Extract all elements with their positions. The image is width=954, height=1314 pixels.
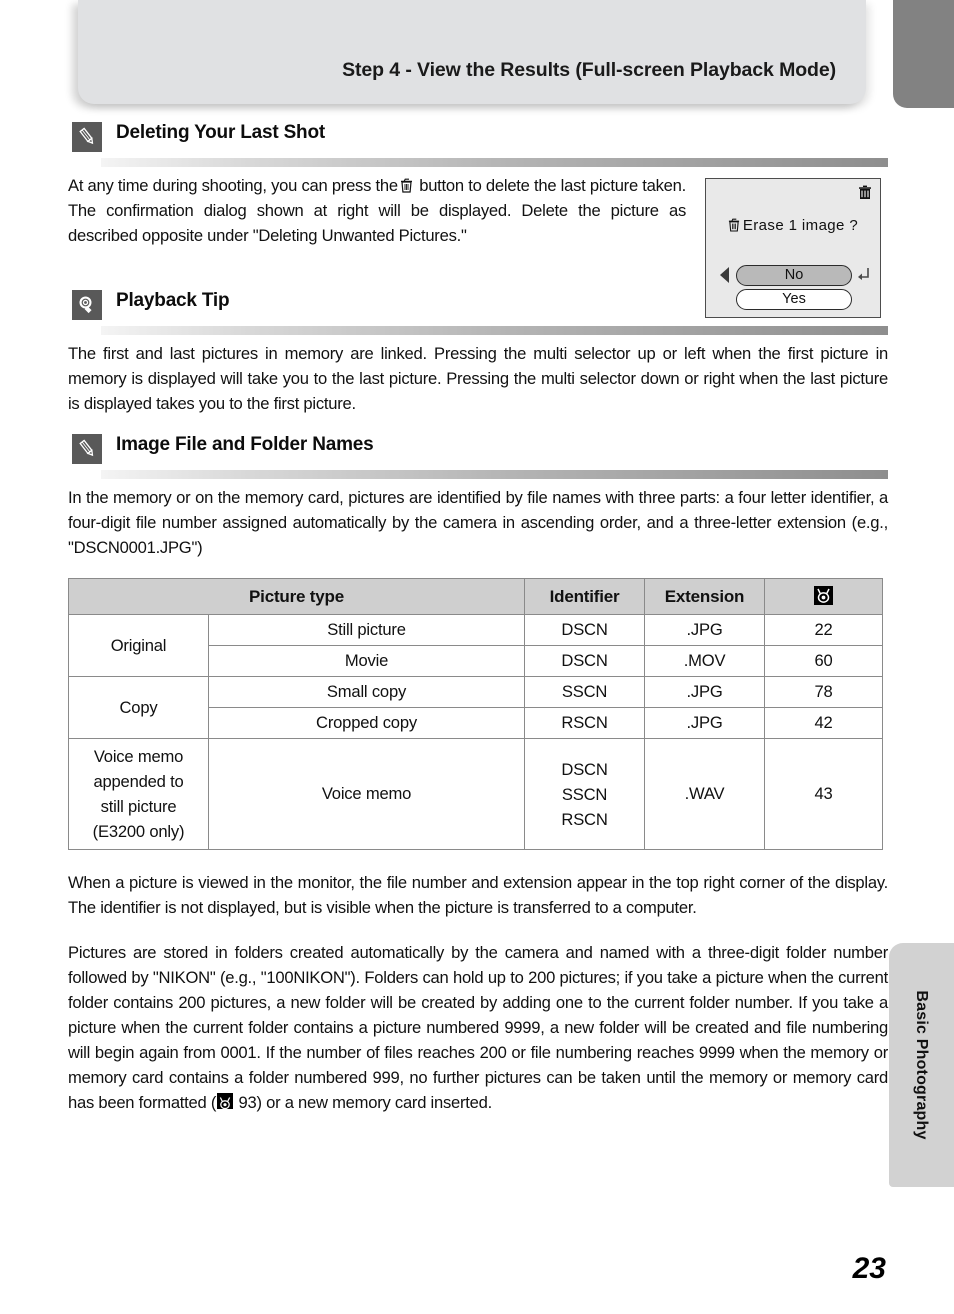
table-row: Original Still picture DSCN .JPG 22: [68, 614, 884, 677]
section-rule: [101, 470, 888, 479]
table-row: Copy Small copy SSCN .JPG 78: [68, 676, 884, 739]
section-rule: [101, 326, 888, 335]
paragraph-after-table: When a picture is viewed in the monitor,…: [68, 873, 888, 917]
paragraph-folders-ref-page: 93: [238, 1093, 257, 1112]
camera-lcd-illustration: Erase 1 image ? No Yes: [705, 178, 881, 318]
enter-arrow-icon: [856, 266, 870, 282]
pencil-icon: [72, 434, 102, 464]
table-header-row: Picture type Identifier Extension: [67, 578, 884, 615]
pencil-icon: [72, 122, 102, 152]
table-cell-extension: .JPG: [644, 614, 766, 646]
section-header-deleting-your-last-shot: Deleting Your Last Shot: [68, 122, 888, 158]
corner-tab: [893, 0, 954, 108]
paragraph-folders-part1: Pictures are stored in folders created a…: [68, 943, 888, 1112]
group-label-line: still picture: [100, 797, 177, 816]
identifier-line: DSCN: [561, 759, 608, 779]
paragraph-deleting: At any time during shooting, you can pre…: [68, 173, 686, 248]
paragraph-deleting-part1: At any time during shooting, you can pre…: [68, 176, 398, 195]
table-cell-identifier: DSCN: [524, 645, 646, 677]
group-label-line: (E3200 only): [92, 822, 185, 841]
table-cell-type: Movie: [207, 645, 526, 677]
lightbulb-icon: [72, 290, 102, 320]
trash-icon: [858, 185, 872, 200]
table-header-picture-type: Picture type: [67, 578, 526, 615]
content-column: Deleting Your Last Shot At any time duri…: [67, 0, 888, 1115]
paragraph-image-file-names: In the memory or on the memory card, pic…: [68, 488, 888, 557]
table-cell-identifier: DSCN: [524, 614, 646, 646]
table-cell-identifier: DSCN SSCN RSCN: [524, 738, 646, 850]
lcd-button-yes[interactable]: Yes: [736, 289, 852, 310]
group-label-line: Voice memo: [93, 747, 184, 766]
table-cell-extension: .WAV: [644, 738, 766, 850]
table-cell-page: 78: [764, 676, 884, 708]
table-cell-type: Cropped copy: [207, 707, 526, 739]
table-cell-type: Still picture: [207, 614, 526, 646]
table-cell-page: 22: [764, 614, 884, 646]
table-cell-extension: .JPG: [644, 676, 766, 708]
section-title: Image File and Folder Names: [116, 434, 374, 455]
page-number: 23: [852, 1252, 886, 1285]
identifier-line: SSCN: [561, 784, 608, 804]
lcd-button-group: No Yes: [736, 265, 852, 310]
paragraph-folders: Pictures are stored in folders created a…: [68, 940, 888, 1115]
table-cell-page: 60: [764, 645, 884, 677]
section-header-image-file-and-folder-names: Image File and Folder Names: [68, 434, 888, 470]
lcd-message: Erase 1 image ?: [706, 217, 880, 234]
table-header-extension: Extension: [644, 578, 766, 615]
side-tab-label: Basic Photography: [913, 990, 931, 1140]
group-label-line: appended to: [93, 772, 184, 791]
table-header-identifier: Identifier: [524, 578, 646, 615]
identifier-line: RSCN: [561, 809, 608, 829]
paragraph-folders-part2: ) or a new memory card inserted.: [256, 1093, 492, 1112]
paragraph-playback-tip: The first and last pictures in memory ar…: [68, 344, 888, 413]
table-cell-extension: .MOV: [644, 645, 766, 677]
trash-icon: [728, 218, 740, 232]
table-cell-identifier: SSCN: [524, 676, 646, 708]
section-title: Deleting Your Last Shot: [116, 122, 325, 143]
lcd-message-text: Erase 1 image ?: [742, 217, 859, 234]
table-cell-type: Small copy: [207, 676, 526, 708]
table-cell-page: 42: [764, 707, 884, 739]
table-cell-type: Voice memo: [207, 738, 526, 850]
trash-icon: [400, 175, 413, 193]
table-row: Voice memo appended to still picture (E3…: [68, 738, 884, 850]
table-header-reference: [764, 578, 884, 615]
table-cell-group: Voice memo appended to still picture (E3…: [68, 738, 209, 850]
reference-icon: [814, 586, 834, 605]
section-rule: [101, 158, 888, 167]
table-cell-extension: .JPG: [644, 707, 766, 739]
side-tab-basic-photography: Basic Photography: [889, 943, 954, 1187]
table-cell-group: Original: [68, 614, 209, 677]
lcd-button-no[interactable]: No: [736, 265, 852, 286]
section-title: Playback Tip: [116, 290, 230, 311]
table-cell-identifier: RSCN: [524, 707, 646, 739]
file-naming-table: Picture type Identifier Extension Origin…: [67, 578, 884, 850]
reference-icon: [217, 1093, 234, 1110]
table-cell-page: 43: [764, 738, 884, 850]
left-arrow-icon: [720, 267, 729, 283]
table-cell-group: Copy: [68, 676, 209, 739]
